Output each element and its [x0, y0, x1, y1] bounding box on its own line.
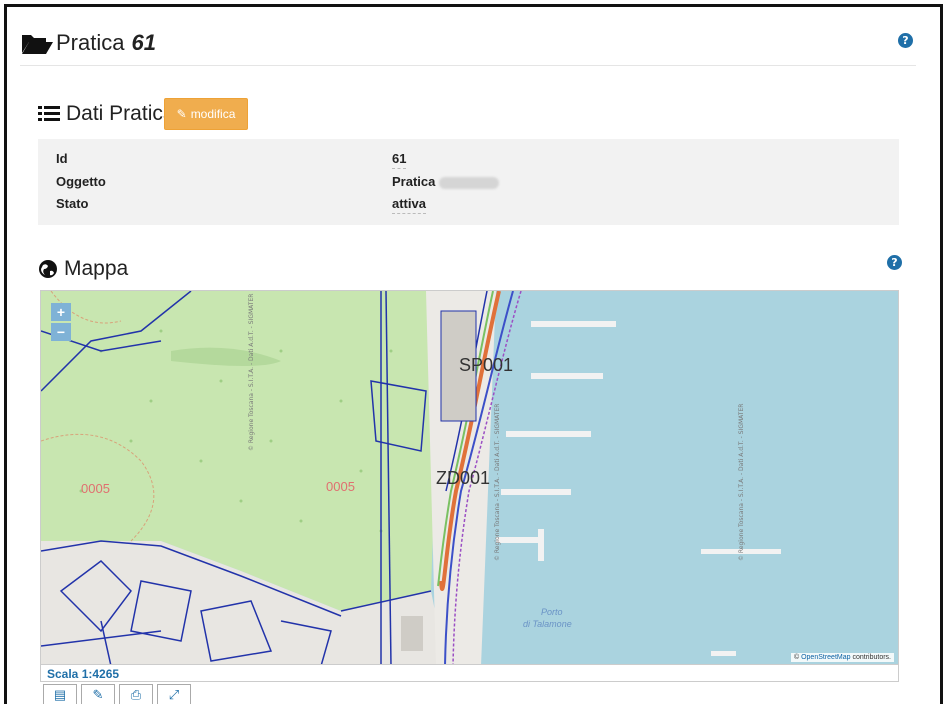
field-value-id[interactable]: 61 [392, 151, 407, 169]
field-label-oggetto: Oggetto [56, 174, 106, 189]
map-toolbar: ▤ ✎ ⎙ ⤢ [43, 684, 191, 704]
map-label-parcel: 0005 [326, 479, 355, 494]
page-title-number: 61 [131, 30, 156, 55]
map-label-parcel: 0005 [81, 481, 110, 496]
map-watermark: © Regione Toscana - S.I.T.A. - Dati A.d.… [494, 404, 501, 561]
section-title-mappa: Mappa [38, 257, 128, 281]
redacted-text [439, 176, 500, 189]
edit-button-label: modifica [190, 107, 236, 121]
folder-open-icon [22, 35, 53, 54]
print-icon[interactable]: ⎙ [119, 684, 153, 704]
globe-icon [39, 260, 57, 278]
field-value-oggetto-text: Pratica [392, 174, 436, 189]
map-watermark: © Regione Toscana - S.I.T.A. - Dati A.d.… [248, 294, 255, 451]
field-value-oggetto[interactable]: Pratica [392, 174, 500, 191]
help-icon[interactable]: ? [887, 255, 902, 270]
details-panel: Id 61 Oggetto Pratica Stato attiva [38, 139, 899, 225]
map-scale: Scala 1:4265 [40, 665, 899, 682]
help-icon[interactable]: ? [898, 33, 913, 48]
map-attribution: © OpenStreetMap contributors. [790, 653, 894, 662]
edit-button[interactable]: ✎ modifica [164, 98, 248, 130]
attribution-suffix: contributors. [852, 654, 891, 661]
edit-icon: ✎ [176, 107, 187, 121]
map-label-porto: di Talamone [523, 619, 572, 629]
section-title-text: Mappa [64, 257, 129, 280]
page-title: Pratica 61 [20, 30, 156, 56]
list-icon [38, 106, 60, 121]
zoom-in-button[interactable]: + [51, 303, 71, 321]
map-canvas[interactable]: © Regione Toscana - S.I.T.A. - Dati A.d.… [41, 291, 899, 665]
field-label-id: Id [56, 151, 68, 166]
map-label-sp001: SP001 [459, 355, 513, 375]
field-value-stato[interactable]: attiva [392, 196, 426, 214]
field-label-stato: Stato [56, 196, 89, 211]
table-icon[interactable]: ▤ [43, 684, 77, 704]
osm-link[interactable]: OpenStreetMap [801, 654, 850, 661]
attribution-prefix: © [793, 654, 800, 661]
section-title-text: Dati Pratica [66, 102, 175, 125]
map-label-porto: Porto [541, 607, 563, 617]
fullscreen-icon[interactable]: ⤢ [157, 684, 191, 704]
section-title-dati-pratica: Dati Pratica [38, 102, 175, 126]
map-view[interactable]: © Regione Toscana - S.I.T.A. - Dati A.d.… [40, 290, 899, 665]
zoom-out-button[interactable]: − [51, 323, 71, 341]
map-watermark: © Regione Toscana - S.I.T.A. - Dati A.d.… [738, 404, 745, 561]
pencil-icon[interactable]: ✎ [81, 684, 115, 704]
page-header: Pratica 61 [20, 22, 916, 66]
map-label-zd001: ZD001 [436, 468, 490, 488]
page-title-text: Pratica [56, 30, 125, 55]
